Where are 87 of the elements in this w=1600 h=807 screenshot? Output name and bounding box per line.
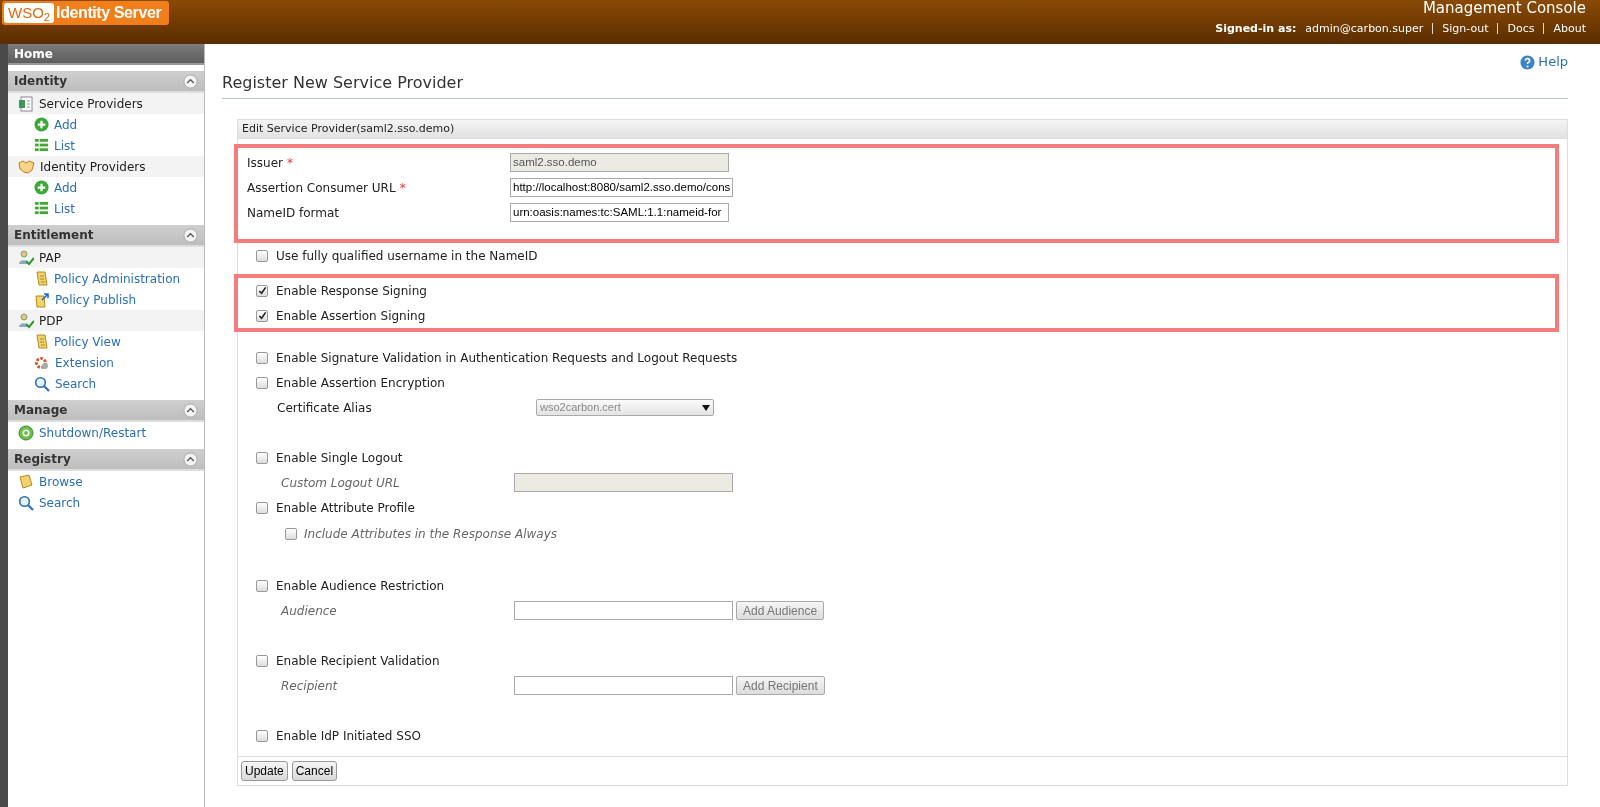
- help-icon: [1520, 54, 1536, 70]
- field-label: NameID format: [247, 204, 340, 222]
- checkbox[interactable]: [256, 351, 268, 364]
- checkbox-label: Enable Audience Restriction: [276, 577, 445, 595]
- home-link[interactable]: Home: [8, 44, 204, 65]
- section-header[interactable]: Entitlement: [8, 225, 204, 247]
- input-field[interactable]: http://localhost:8080/saml2.sso.demo/cons: [510, 178, 734, 197]
- sidebar-item[interactable]: Service Providers: [8, 93, 204, 114]
- signed-in-label: Signed-in as:: [1215, 20, 1297, 37]
- sidebar-item[interactable]: PAP: [8, 247, 204, 268]
- field-label: Recipient: [281, 678, 338, 693]
- sidebar-item[interactable]: List: [8, 135, 204, 156]
- section-title: Manage: [14, 402, 68, 419]
- form-button[interactable]: Update: [241, 761, 288, 781]
- panel-header: Edit Service Provider(saml2.sso.demo): [238, 120, 1567, 139]
- checkbox-label: Include Attributes in the Response Always: [304, 526, 558, 543]
- search-icon: [34, 375, 50, 392]
- section-header[interactable]: Manage: [8, 400, 204, 422]
- sidebar-item[interactable]: List: [8, 198, 204, 219]
- checkbox-label: Enable Single Logout: [276, 449, 403, 467]
- checkbox-label: Enable Recipient Validation: [276, 652, 440, 670]
- sidebar-item[interactable]: Extension: [8, 352, 204, 373]
- list-icon: [34, 138, 49, 153]
- checkbox[interactable]: [256, 249, 268, 262]
- checkbox-label: Use fully qualified username in the NameID: [276, 247, 538, 265]
- checkbox[interactable]: [256, 579, 268, 592]
- sidebar-item[interactable]: Add: [8, 177, 204, 198]
- sidebar-item[interactable]: Policy Publish: [8, 289, 204, 310]
- user-check-icon: [18, 249, 34, 266]
- power-icon: [18, 424, 34, 441]
- product-logo[interactable]: WSO$_{2}$ Identity Server: [2, 1, 170, 25]
- sidebar-item[interactable]: Search: [8, 492, 204, 513]
- sidebar-item[interactable]: Identity Providers: [8, 156, 204, 177]
- checkbox[interactable]: [256, 729, 268, 742]
- sidebar-item[interactable]: Browse: [8, 471, 204, 492]
- add-icon: [34, 117, 49, 132]
- header-link[interactable]: Sign-out: [1442, 20, 1489, 37]
- checkbox[interactable]: [256, 501, 268, 514]
- input-field[interactable]: urn:oasis:names:tc:SAML:1.1:nameid-for: [510, 203, 729, 222]
- list-icon: [34, 201, 49, 216]
- publish-icon: [34, 291, 50, 308]
- checkbox-label: Enable Attribute Profile: [276, 499, 415, 517]
- checkbox-label: Enable Signature Validation in Authentication Requests and Logout Requests: [276, 349, 738, 367]
- console-title: Management Console: [1422, 0, 1586, 17]
- section-header[interactable]: Registry: [8, 449, 204, 471]
- scroll-icon: [34, 270, 49, 287]
- username: admin@carbon.super: [1305, 20, 1424, 37]
- add-icon: [34, 180, 49, 195]
- form-button[interactable]: Cancel: [291, 761, 338, 781]
- input-field[interactable]: [514, 601, 733, 620]
- checkbox[interactable]: [256, 451, 268, 464]
- sidebar-item[interactable]: PDP: [8, 310, 204, 331]
- section-header[interactable]: Identity: [8, 71, 204, 93]
- checkbox[interactable]: [256, 376, 268, 389]
- field-label: Certificate Alias: [277, 400, 372, 415]
- checkbox[interactable]: [256, 654, 268, 667]
- section-title: Entitlement: [14, 227, 94, 244]
- checkbox-label: Enable Response Signing: [276, 282, 427, 300]
- checkbox-label: Enable Assertion Signing: [276, 307, 426, 325]
- header-link[interactable]: About: [1553, 20, 1586, 37]
- field-label: Custom Logout URL: [281, 475, 400, 490]
- header-link[interactable]: Docs: [1507, 20, 1535, 37]
- user-check-icon: [18, 312, 34, 329]
- page-title: Register New Service Provider: [222, 71, 1568, 99]
- help-link[interactable]: Help: [1520, 54, 1568, 70]
- checkbox[interactable]: [256, 309, 268, 322]
- field-label: Issuer: [247, 154, 283, 172]
- section-title: Registry: [14, 451, 71, 468]
- section-title: Identity: [14, 73, 68, 90]
- checkbox[interactable]: [285, 528, 297, 540]
- sidebar-item[interactable]: Search: [8, 373, 204, 394]
- checkbox[interactable]: [256, 284, 268, 297]
- checkbox-label: Enable Assertion Encryption: [276, 374, 445, 392]
- checkbox-label: Enable IdP Initiated SSO: [276, 727, 421, 745]
- sidebar-item[interactable]: Policy View: [8, 331, 204, 352]
- required-marker: *: [286, 154, 293, 172]
- document-icon: [18, 95, 34, 112]
- field-label: Audience: [281, 603, 337, 618]
- caret-icon: [702, 404, 710, 411]
- sidebar-item[interactable]: Add: [8, 114, 204, 135]
- sidebar-item[interactable]: Policy Administration: [8, 268, 204, 289]
- required-marker: *: [399, 179, 406, 197]
- scroll-icon: [34, 333, 49, 350]
- search-icon: [18, 494, 34, 511]
- input-field[interactable]: [514, 676, 733, 695]
- sidebar-item[interactable]: Shutdown/Restart: [8, 422, 204, 443]
- field-label: Assertion Consumer URL: [247, 179, 396, 197]
